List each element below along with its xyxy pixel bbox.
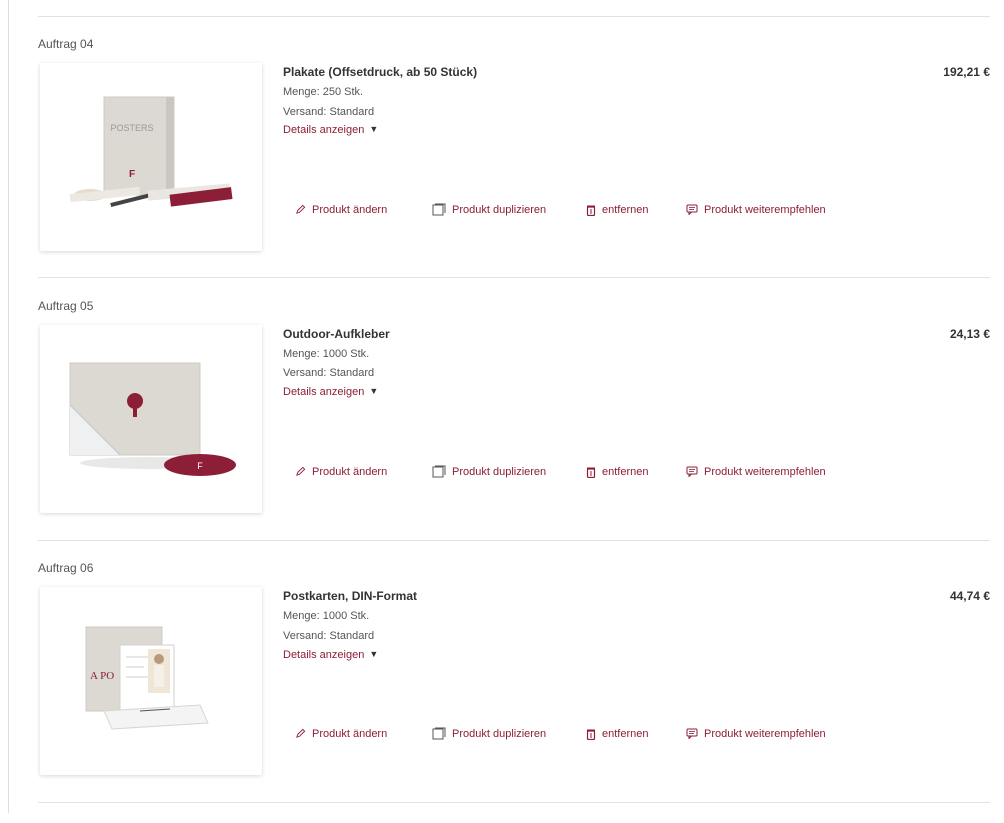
svg-text:F: F xyxy=(197,461,203,471)
divider xyxy=(38,16,990,17)
duplicate-product-label: Produkt duplizieren xyxy=(452,465,547,478)
chevron-down-icon: ▼ xyxy=(369,124,379,134)
remove-product-button[interactable]: entfernen xyxy=(586,728,686,740)
duplicate-product-label: Produkt duplizieren xyxy=(452,203,547,216)
trash-icon xyxy=(586,205,596,216)
svg-text:F: F xyxy=(129,169,135,180)
chevron-down-icon: ▼ xyxy=(369,386,379,396)
product-shipping: Versand: Standard xyxy=(283,630,375,642)
poster-product-icon: POSTERS F xyxy=(69,96,233,207)
pencil-icon xyxy=(296,466,306,476)
duplicate-icon xyxy=(432,203,446,216)
action-bar: Produkt ändern Produkt duplizieren entfe… xyxy=(295,203,826,216)
product-title: Postkarten, DIN-Format xyxy=(283,589,418,603)
trash-icon xyxy=(586,729,596,740)
edit-product-button[interactable]: Produkt ändern xyxy=(295,466,432,478)
duplicate-product-button[interactable]: Produkt duplizieren xyxy=(432,465,586,478)
recommend-product-label: Produkt weiterempfehlen xyxy=(704,203,826,216)
order-label: Auftrag 04 xyxy=(38,37,94,51)
product-shipping: Versand: Standard xyxy=(283,106,375,118)
product-image[interactable]: POSTERS F xyxy=(40,63,262,251)
remove-product-label: entfernen xyxy=(602,727,649,740)
remove-product-button[interactable]: entfernen xyxy=(586,204,686,216)
order-label: Auftrag 06 xyxy=(38,561,94,575)
postcard-text: A PO xyxy=(90,670,114,682)
details-label: Details anzeigen xyxy=(283,386,365,398)
order-label: Auftrag 05 xyxy=(38,299,94,313)
divider xyxy=(38,802,990,803)
edit-product-label: Produkt ändern xyxy=(312,203,388,216)
edit-product-button[interactable]: Produkt ändern xyxy=(295,728,432,740)
comment-icon xyxy=(686,204,698,215)
order-item: Auftrag 06 A PO Postkarten, DIN-Format M… xyxy=(38,561,990,823)
product-title: Plakate (Offsetdruck, ab 50 Stück) xyxy=(283,65,478,79)
comment-icon xyxy=(686,466,698,477)
action-bar: Produkt ändern Produkt duplizieren entfe… xyxy=(295,465,826,478)
product-quantity: Menge: 1000 Stk. xyxy=(283,610,370,622)
action-bar: Produkt ändern Produkt duplizieren entfe… xyxy=(295,727,826,740)
details-toggle[interactable]: Details anzeigen ▼ xyxy=(283,386,378,398)
pencil-icon xyxy=(296,204,306,214)
remove-product-label: entfernen xyxy=(602,465,649,478)
remove-product-button[interactable]: entfernen xyxy=(586,466,686,478)
product-price: 192,21 € xyxy=(943,65,990,79)
edit-product-button[interactable]: Produkt ändern xyxy=(295,204,432,216)
edit-product-label: Produkt ändern xyxy=(312,465,388,478)
remove-product-label: entfernen xyxy=(602,203,649,216)
left-rail xyxy=(8,0,9,813)
product-shipping: Versand: Standard xyxy=(283,367,375,379)
comment-icon xyxy=(686,728,698,739)
details-label: Details anzeigen xyxy=(283,124,365,136)
product-quantity: Menge: 250 Stk. xyxy=(283,86,364,98)
details-toggle[interactable]: Details anzeigen ▼ xyxy=(283,124,378,136)
poster-text: POSTERS xyxy=(110,123,153,133)
product-title: Outdoor-Aufkleber xyxy=(283,327,390,341)
details-label: Details anzeigen xyxy=(283,649,365,661)
recommend-product-button[interactable]: Produkt weiterempfehlen xyxy=(686,728,826,740)
details-toggle[interactable]: Details anzeigen ▼ xyxy=(283,649,378,661)
recommend-product-button[interactable]: Produkt weiterempfehlen xyxy=(686,466,826,478)
order-item: Auftrag 04 POSTERS F Plakate (Offsetdruc… xyxy=(38,37,990,299)
duplicate-product-button[interactable]: Produkt duplizieren xyxy=(432,203,586,216)
recommend-product-button[interactable]: Produkt weiterempfehlen xyxy=(686,204,826,216)
duplicate-product-label: Produkt duplizieren xyxy=(452,727,547,740)
duplicate-icon xyxy=(432,727,446,740)
divider xyxy=(38,277,990,278)
recommend-product-label: Produkt weiterempfehlen xyxy=(704,465,826,478)
product-price: 24,13 € xyxy=(949,327,990,341)
product-price: 44,74 € xyxy=(949,589,990,603)
edit-product-label: Produkt ändern xyxy=(312,727,388,740)
chevron-down-icon: ▼ xyxy=(369,649,379,659)
sticker-product-icon: F xyxy=(69,362,236,476)
pencil-icon xyxy=(296,728,306,738)
order-item: Auftrag 05 F Outdoor-Aufkleber Menge: 10… xyxy=(38,299,990,561)
product-image[interactable]: A PO xyxy=(40,587,262,775)
trash-icon xyxy=(586,467,596,478)
postcard-product-icon: A PO xyxy=(85,626,209,730)
duplicate-product-button[interactable]: Produkt duplizieren xyxy=(432,727,586,740)
divider xyxy=(38,540,990,541)
product-quantity: Menge: 1000 Stk. xyxy=(283,348,370,360)
product-image[interactable]: F xyxy=(40,325,262,513)
duplicate-icon xyxy=(432,465,446,478)
recommend-product-label: Produkt weiterempfehlen xyxy=(704,727,826,740)
